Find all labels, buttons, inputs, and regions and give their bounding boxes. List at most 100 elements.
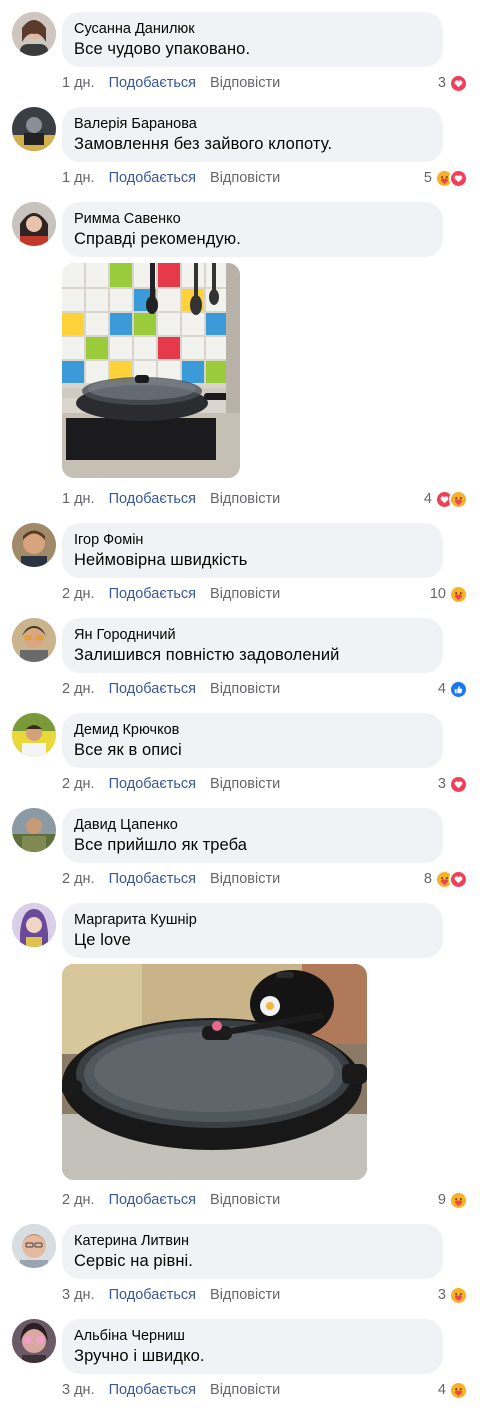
comment-bubble: Маргарита Кушнір Це love xyxy=(62,903,443,958)
comment-bubble: Ян Городничий Залишився повністю задовол… xyxy=(62,618,443,673)
comment-time[interactable]: 2 дн. xyxy=(62,776,95,792)
like-button[interactable]: Подобається xyxy=(109,170,196,186)
comment-author[interactable]: Сусанна Данилюк xyxy=(74,20,431,38)
comment-actions: 2 дн. Подобається Відповісти xyxy=(62,1190,280,1210)
comment-text: Справді рекомендую. xyxy=(74,230,241,248)
reply-button[interactable]: Відповісти xyxy=(210,1287,280,1303)
comment-author[interactable]: Катерина Литвин xyxy=(74,1232,431,1250)
reply-button[interactable]: Відповісти xyxy=(210,170,280,186)
like-button[interactable]: Подобається xyxy=(109,681,196,697)
comment-author[interactable]: Альбіна Черниш xyxy=(74,1327,431,1345)
love-reaction-icon xyxy=(449,73,468,93)
comment-text: Залишився повністю задоволений xyxy=(74,646,340,664)
care-reaction-icon xyxy=(449,1285,468,1305)
comment-text: Неймовірна швидкість xyxy=(74,551,248,569)
reactions-summary[interactable]: 4 xyxy=(438,678,468,700)
like-button[interactable]: Подобається xyxy=(109,1192,196,1208)
comment-time[interactable]: 2 дн. xyxy=(62,871,95,887)
comment-bubble: Ігор Фомін Неймовірна швидкість xyxy=(62,523,443,578)
comment-text: Зручно і швидко. xyxy=(74,1347,205,1365)
comment-time[interactable]: 2 дн. xyxy=(62,681,95,697)
avatar[interactable] xyxy=(12,1319,56,1363)
reactions-summary[interactable]: 9 xyxy=(438,1189,468,1211)
reply-button[interactable]: Відповісти xyxy=(210,776,280,792)
love-reaction-icon xyxy=(449,869,468,889)
reaction-count: 8 xyxy=(423,871,432,887)
like-button[interactable]: Подобається xyxy=(109,75,196,91)
comment-author[interactable]: Маргарита Кушнір xyxy=(74,911,431,929)
comment-author[interactable]: Римма Савенко xyxy=(74,210,431,228)
comment-author[interactable]: Ян Городничий xyxy=(74,626,431,644)
comment-bubble: Сусанна Данилюк Все чудово упаковано. xyxy=(62,12,443,67)
reaction-count: 4 xyxy=(437,681,446,697)
comment-author[interactable]: Ігор Фомін xyxy=(74,531,431,549)
comment-time[interactable]: 2 дн. xyxy=(62,1192,95,1208)
care-reaction-icon xyxy=(449,1190,468,1210)
avatar[interactable] xyxy=(12,12,56,56)
love-reaction-icon xyxy=(449,168,468,188)
reactions-summary[interactable]: 3 xyxy=(438,1284,468,1306)
comment-actions: 2 дн. Подобається Відповісти xyxy=(62,679,280,699)
care-reaction-icon xyxy=(449,489,468,509)
avatar[interactable] xyxy=(12,713,56,757)
comment-time[interactable]: 1 дн. xyxy=(62,170,95,186)
reactions-summary[interactable]: 3 xyxy=(438,773,468,795)
avatar[interactable] xyxy=(12,107,56,151)
like-button[interactable]: Подобається xyxy=(109,491,196,507)
avatar[interactable] xyxy=(12,618,56,662)
like-button[interactable]: Подобається xyxy=(109,776,196,792)
reaction-count: 9 xyxy=(437,1192,446,1208)
avatar[interactable] xyxy=(12,903,56,947)
reaction-count: 10 xyxy=(429,586,446,602)
comment-time[interactable]: 1 дн. xyxy=(62,75,95,91)
reactions-summary[interactable]: 8 xyxy=(424,868,468,890)
reply-button[interactable]: Відповісти xyxy=(210,75,280,91)
comment-photo[interactable] xyxy=(62,964,367,1180)
reply-button[interactable]: Відповісти xyxy=(210,586,280,602)
comment-actions: 2 дн. Подобається Відповісти xyxy=(62,774,280,794)
comment-bubble: Римма Савенко Справді рекомендую. xyxy=(62,202,443,257)
avatar[interactable] xyxy=(12,523,56,567)
reply-button[interactable]: Відповісти xyxy=(210,491,280,507)
reaction-count: 3 xyxy=(437,75,446,91)
reaction-count: 4 xyxy=(423,491,432,507)
comment-time[interactable]: 3 дн. xyxy=(62,1287,95,1303)
comment-text: Сервіс на рівні. xyxy=(74,1252,193,1270)
comment-time[interactable]: 1 дн. xyxy=(62,491,95,507)
comment-photo[interactable] xyxy=(62,263,240,478)
reactions-summary[interactable]: 5 xyxy=(424,167,468,189)
comment-bubble: Демид Крючков Все як в описі xyxy=(62,713,443,768)
comment-actions: 2 дн. Подобається Відповісти xyxy=(62,869,280,889)
comment-time[interactable]: 3 дн. xyxy=(62,1382,95,1398)
reaction-count: 3 xyxy=(437,1287,446,1303)
like-button[interactable]: Подобається xyxy=(109,1382,196,1398)
comment-author[interactable]: Давид Цапенко xyxy=(74,816,431,834)
comment-text: Це love xyxy=(74,931,131,949)
reactions-summary[interactable]: 4 xyxy=(438,1379,468,1401)
avatar[interactable] xyxy=(12,808,56,852)
reactions-summary[interactable]: 3 xyxy=(438,72,468,94)
like-button[interactable]: Подобається xyxy=(109,586,196,602)
comment-actions: 2 дн. Подобається Відповісти xyxy=(62,584,280,604)
reply-button[interactable]: Відповісти xyxy=(210,1382,280,1398)
reactions-summary[interactable]: 4 xyxy=(424,488,468,510)
like-button[interactable]: Подобається xyxy=(109,871,196,887)
care-reaction-icon xyxy=(449,584,468,604)
reply-button[interactable]: Відповісти xyxy=(210,1192,280,1208)
love-reaction-icon xyxy=(449,774,468,794)
like-reaction-icon xyxy=(449,679,468,699)
comment-actions: 3 дн. Подобається Відповісти xyxy=(62,1285,280,1305)
reply-button[interactable]: Відповісти xyxy=(210,871,280,887)
comment-bubble: Альбіна Черниш Зручно і швидко. xyxy=(62,1319,443,1374)
avatar[interactable] xyxy=(12,202,56,246)
reply-button[interactable]: Відповісти xyxy=(210,681,280,697)
comment-author[interactable]: Демид Крючков xyxy=(74,721,431,739)
like-button[interactable]: Подобається xyxy=(109,1287,196,1303)
comment-author[interactable]: Валерія Баранова xyxy=(74,115,431,133)
comment-time[interactable]: 2 дн. xyxy=(62,586,95,602)
avatar[interactable] xyxy=(12,1224,56,1268)
reactions-summary[interactable]: 10 xyxy=(430,583,468,605)
reaction-count: 3 xyxy=(437,776,446,792)
comment-actions: 1 дн. Подобається Відповісти xyxy=(62,73,280,93)
comment-bubble: Давид Цапенко Все прийшло як треба xyxy=(62,808,443,863)
